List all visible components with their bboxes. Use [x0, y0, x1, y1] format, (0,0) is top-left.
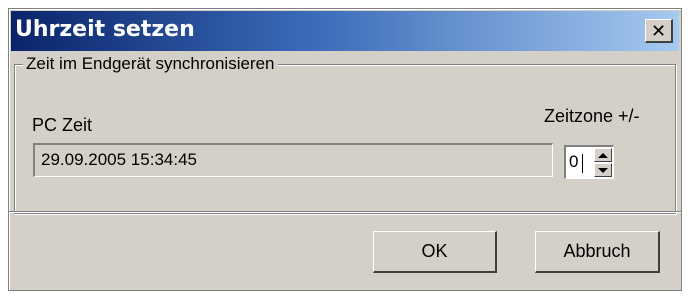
- close-button[interactable]: ✕: [645, 19, 673, 43]
- close-icon: ✕: [650, 20, 667, 41]
- pc-time-field: 29.09.2005 15:34:45: [33, 143, 553, 177]
- groupbox-legend: Zeit im Endgerät synchronisieren: [23, 54, 278, 74]
- ok-button[interactable]: OK: [373, 231, 497, 273]
- window-title: Uhrzeit setzen: [15, 17, 195, 42]
- pc-time-label: PC Zeit: [32, 115, 93, 135]
- arrow-down-icon: [598, 167, 608, 173]
- separator-line: [9, 211, 681, 213]
- spin-up-button[interactable]: [594, 148, 612, 162]
- spin-down-button[interactable]: [594, 163, 612, 177]
- arrow-up-icon: [598, 152, 608, 158]
- timezone-spinner[interactable]: 0: [564, 145, 614, 179]
- timezone-label: Zeitzone +/-: [544, 106, 640, 126]
- sync-groupbox: Zeit im Endgerät synchronisieren PC Zeit…: [14, 54, 676, 214]
- text-caret: [582, 154, 583, 173]
- timezone-value[interactable]: 0: [569, 152, 578, 172]
- dialog-window: Uhrzeit setzen ✕ Zeit im Endgerät synchr…: [8, 8, 682, 291]
- title-bar[interactable]: Uhrzeit setzen ✕: [11, 11, 679, 51]
- cancel-button[interactable]: Abbruch: [535, 231, 660, 273]
